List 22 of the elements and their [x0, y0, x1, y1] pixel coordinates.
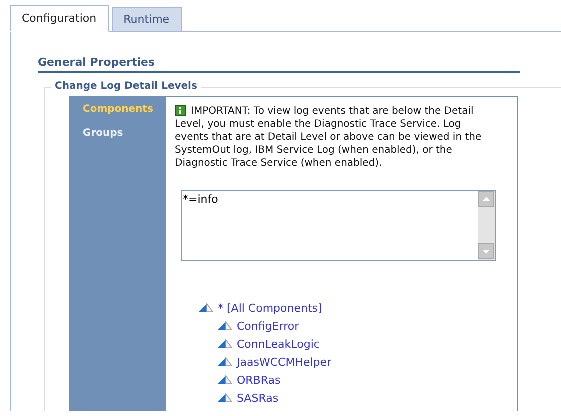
scroll-up-button[interactable]	[478, 191, 495, 208]
component-link[interactable]: ORBRas	[237, 374, 281, 386]
component-link[interactable]: ConnLeakLogic	[237, 338, 320, 350]
log-level-icon	[217, 321, 233, 331]
notice-text: IMPORTANT: To view log events that are below the Detail Level, you must enable the Diagnostic Trace Service. Log events that are at Detail Level or above can be viewed in the SystemOut log, IBM Service Log (when enabled), or the Diagnostic Trace Service (when enabled).	[175, 105, 483, 170]
tab[interactable]: Configuration	[10, 5, 109, 32]
info-icon	[175, 105, 186, 116]
section-title: General Properties	[38, 56, 520, 73]
component-link[interactable]: SASRas	[237, 392, 279, 404]
component-link[interactable]: JaasWCCMHelper	[237, 356, 332, 368]
component-link[interactable]: ConfigError	[237, 320, 300, 332]
log-level-icon	[217, 339, 233, 349]
tab[interactable]: Runtime	[112, 7, 182, 32]
scrollbar[interactable]	[478, 191, 495, 260]
log-level-icon	[217, 357, 233, 367]
log-level-icon	[217, 393, 233, 403]
fieldset-legend: Change Log Detail Levels	[51, 81, 202, 92]
log-level-icon	[198, 303, 214, 313]
component-link[interactable]: * [All Components]	[218, 302, 322, 314]
scroll-down-button[interactable]	[478, 243, 495, 260]
trace-spec-field[interactable]: *=info	[181, 190, 496, 261]
log-level-icon	[217, 375, 233, 385]
